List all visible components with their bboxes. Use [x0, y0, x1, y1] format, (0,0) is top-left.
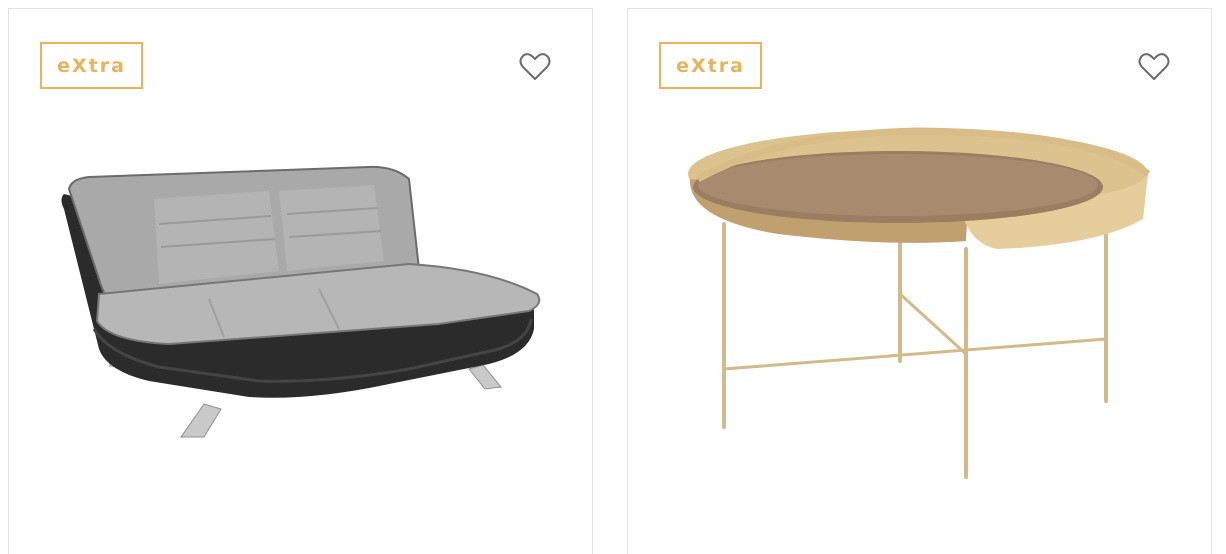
product-card-coffee-table[interactable]: eXtra — [627, 8, 1212, 554]
heart-outline-icon[interactable] — [518, 51, 552, 83]
heart-outline-icon[interactable] — [1137, 51, 1171, 83]
product-card-sofa[interactable]: eXtra — [8, 8, 593, 554]
product-image-sofa[interactable] — [9, 9, 594, 554]
product-image-coffee-table[interactable] — [628, 9, 1213, 554]
product-grid: eXtra eXtra — [0, 0, 1226, 554]
extra-badge: eXtra — [659, 42, 762, 89]
extra-badge: eXtra — [40, 42, 143, 89]
